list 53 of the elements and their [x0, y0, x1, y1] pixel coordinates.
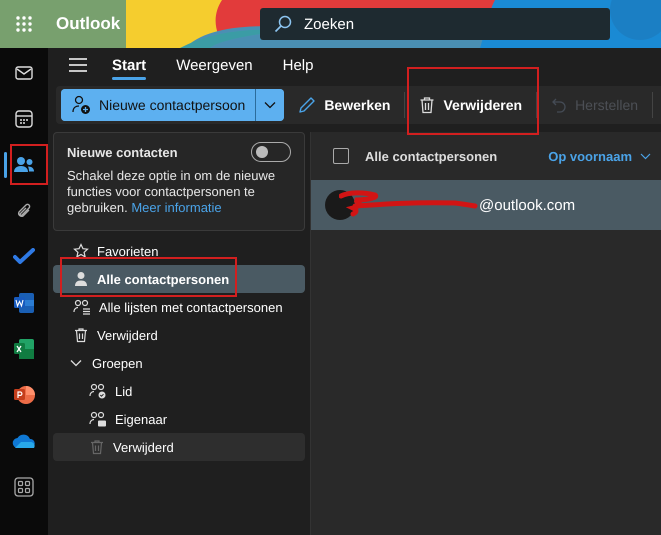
chevron-down-icon	[640, 152, 651, 160]
app-name: Outlook	[56, 14, 122, 34]
calendar-icon	[15, 110, 33, 128]
app-launcher-icon	[16, 16, 32, 32]
excel-icon	[13, 338, 35, 360]
people-icon	[13, 156, 35, 174]
group-check-icon	[89, 383, 107, 399]
word-icon	[13, 292, 35, 314]
toolbar-button[interactable]: Bewerken	[290, 89, 398, 121]
group-badge-icon	[89, 411, 107, 427]
list-title: Alle contactpersonen	[365, 148, 498, 164]
sort-dropdown[interactable]: Op voornaam	[548, 148, 651, 164]
powerpoint-icon	[13, 384, 35, 406]
pencil-icon	[298, 96, 316, 114]
nav-item[interactable]: Alle contactpersonen	[53, 265, 305, 293]
card-title: Nieuwe contacten	[67, 144, 178, 160]
apps-icon	[14, 477, 34, 497]
star-icon	[73, 243, 89, 259]
trash-icon	[89, 439, 105, 455]
nav-item[interactable]: Favorieten	[53, 237, 305, 265]
mail-icon	[15, 66, 33, 80]
people-list-icon	[73, 299, 91, 315]
more-info-link[interactable]: Meer informatie	[131, 200, 222, 215]
cloud-icon	[12, 433, 36, 449]
ribbon-tab[interactable]: Weergeven	[176, 50, 253, 80]
ribbon-tab[interactable]: Help	[282, 50, 314, 80]
nav-item[interactable]: Alle lijsten met contactpersonen	[53, 293, 305, 321]
nav-item[interactable]: Verwijderd	[53, 433, 305, 461]
person-icon	[73, 271, 89, 287]
paperclip-icon	[15, 202, 33, 220]
chevron-down-icon	[264, 101, 276, 109]
nav-item[interactable]: Eigenaar	[53, 405, 305, 433]
toolbar-button[interactable]: Verwijderen	[411, 89, 530, 121]
undo-icon	[551, 97, 568, 113]
search-icon	[274, 15, 292, 33]
select-all-checkbox[interactable]	[333, 148, 349, 164]
contact-row[interactable]: @outlook.com	[311, 180, 661, 230]
card-description: Schakel deze optie in om de nieuwe functies voor contactpersonen te gebruiken. Meer informatie	[67, 168, 276, 216]
nav-item[interactable]: Verwijderd	[53, 321, 305, 349]
search-box[interactable]: Zoeken	[260, 8, 610, 40]
chevron-down-icon	[70, 359, 82, 367]
search-field[interactable]: Zoeken	[302, 14, 586, 34]
ribbon-tab[interactable]: Start	[112, 50, 146, 80]
nav-item[interactable]: Lid	[53, 377, 305, 405]
dropdown-button[interactable]	[255, 89, 284, 121]
checkmark-icon	[13, 248, 35, 266]
trash-icon	[73, 327, 89, 343]
add-person-icon	[71, 95, 91, 115]
menu-icon	[68, 57, 88, 73]
group-header[interactable]: Groepen	[53, 349, 305, 377]
contact-email: @outlook.com	[479, 196, 576, 214]
toggle-switch[interactable]	[251, 142, 291, 162]
trash-icon	[419, 96, 436, 114]
